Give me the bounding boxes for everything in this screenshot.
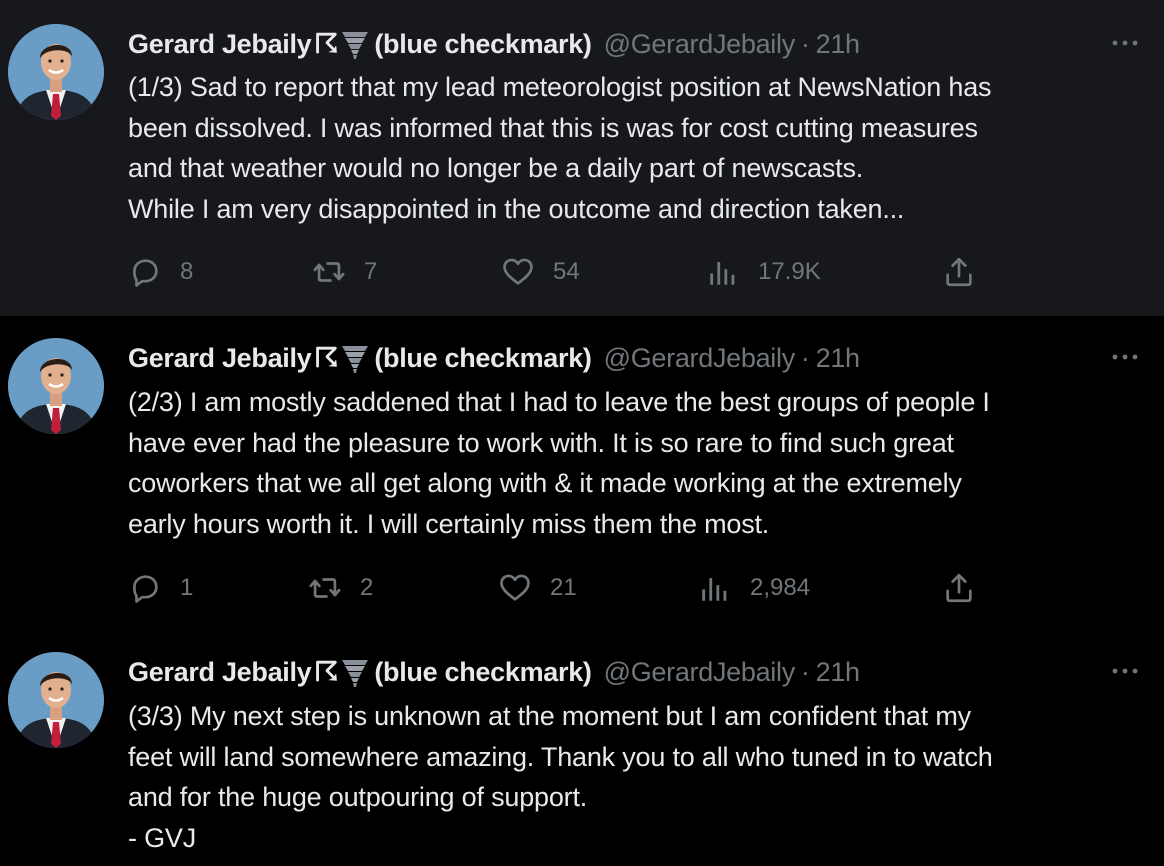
display-name[interactable]: Gerard Jebaily: [128, 343, 312, 374]
separator-dot: ·: [800, 28, 810, 59]
retweet-icon: [308, 571, 342, 605]
tweet-text-line: been dissolved. I was informed that this…: [128, 112, 978, 143]
timestamp[interactable]: 21h: [816, 29, 860, 60]
tweet-text-line: and that weather would no longer be a da…: [128, 153, 864, 183]
user-handle[interactable]: @GerardJebaily: [604, 29, 796, 60]
retweet-button[interactable]: 2: [308, 570, 373, 606]
tweet-header: Gerard Jebaily ☈ (blue checkmark) @Gerar…: [128, 654, 1124, 690]
retweet-button[interactable]: 7: [312, 254, 377, 290]
tweet-actions: 8 7 54 17.9K: [128, 254, 1028, 290]
heart-icon: [501, 255, 535, 289]
tweet[interactable]: Gerard Jebaily ☈ (blue checkmark) @Gerar…: [0, 634, 1164, 866]
avatar[interactable]: [8, 24, 104, 120]
more-icon[interactable]: [1110, 38, 1140, 48]
tweet-text-line: - GVJ: [128, 822, 197, 853]
tweet-text-line: and for the huge outpouring of support.: [128, 782, 588, 812]
views-count: 17.9K: [758, 258, 821, 285]
tweet-text-line: (3/3) My next step is unknown at the mom…: [128, 701, 971, 731]
like-button[interactable]: 21: [498, 570, 577, 606]
retweet-icon: [312, 255, 346, 289]
tweet-text-line: coworkers that we all get along with & i…: [128, 468, 962, 498]
tweet-text-line: early hours worth it. I will certainly m…: [128, 508, 770, 539]
tweet-text: (3/3) My next step is unknown at the mom…: [128, 696, 1148, 858]
badge-glyph: ☈: [314, 342, 339, 373]
timestamp[interactable]: 21h: [816, 657, 860, 688]
reply-count: 8: [180, 258, 194, 285]
views-count: 2,984: [750, 574, 811, 601]
user-handle[interactable]: @GerardJebaily: [604, 657, 796, 688]
user-handle[interactable]: @GerardJebaily: [604, 343, 796, 374]
name-suffix: (blue checkmark): [374, 342, 592, 373]
reply-icon: [128, 255, 162, 289]
timestamp[interactable]: 21h: [816, 343, 860, 374]
tweet-header: Gerard Jebaily ☈ (blue checkmark) @Gerar…: [128, 26, 1124, 62]
badge-glyph: ☈: [314, 28, 339, 59]
separator-dot: ·: [800, 656, 810, 687]
like-count: 54: [553, 258, 580, 285]
avatar[interactable]: [8, 338, 104, 434]
more-icon[interactable]: [1110, 666, 1140, 676]
share-icon: [942, 571, 976, 605]
avatar[interactable]: [8, 652, 104, 748]
tweet-text-line: (2/3) I am mostly saddened that I had to…: [128, 387, 990, 417]
badge-glyph: ☈: [314, 656, 339, 687]
share-button[interactable]: [942, 254, 976, 290]
tweet[interactable]: Gerard Jebaily ☈ (blue checkmark) @Gerar…: [0, 316, 1164, 634]
tornado-emoji-icon: [340, 656, 370, 688]
like-button[interactable]: 54: [501, 254, 580, 290]
tweet-thread: Gerard Jebaily ☈ (blue checkmark) @Gerar…: [0, 0, 1164, 866]
views-icon: [698, 571, 732, 605]
tweet-text-line: have ever had the pleasure to work with.…: [128, 427, 954, 458]
tornado-emoji-icon: [340, 342, 370, 374]
heart-icon: [498, 571, 532, 605]
reply-button[interactable]: 8: [128, 254, 193, 290]
more-icon[interactable]: [1110, 352, 1140, 362]
views-icon: [706, 255, 740, 289]
share-icon: [942, 255, 976, 289]
tweet-text: (1/3) Sad to report that my lead meteoro…: [128, 67, 1148, 229]
tweet-actions: 1 2 21 2,984: [128, 570, 1028, 606]
tweet-text-line: (1/3) Sad to report that my lead meteoro…: [128, 72, 992, 102]
tweet-text: (2/3) I am mostly saddened that I had to…: [128, 382, 1148, 544]
name-suffix: (blue checkmark): [374, 656, 592, 687]
tweet-text-line: feet will land somewhere amazing. Thank …: [128, 741, 993, 772]
tweet-text-line: While I am very disappointed in the outc…: [128, 193, 905, 224]
like-count: 21: [550, 574, 577, 601]
reply-icon: [128, 571, 162, 605]
reply-button[interactable]: 1: [128, 570, 193, 606]
retweet-count: 7: [364, 258, 378, 285]
display-name[interactable]: Gerard Jebaily: [128, 657, 312, 688]
tweet[interactable]: Gerard Jebaily ☈ (blue checkmark) @Gerar…: [0, 0, 1164, 316]
reply-count: 1: [180, 574, 194, 601]
tweet-header: Gerard Jebaily ☈ (blue checkmark) @Gerar…: [128, 340, 1124, 376]
views-button[interactable]: 17.9K: [706, 254, 821, 290]
tornado-emoji-icon: [340, 28, 370, 60]
display-name[interactable]: Gerard Jebaily: [128, 29, 312, 60]
share-button[interactable]: [942, 570, 976, 606]
views-button[interactable]: 2,984: [698, 570, 810, 606]
retweet-count: 2: [360, 574, 374, 601]
separator-dot: ·: [800, 342, 810, 373]
name-suffix: (blue checkmark): [374, 28, 592, 59]
